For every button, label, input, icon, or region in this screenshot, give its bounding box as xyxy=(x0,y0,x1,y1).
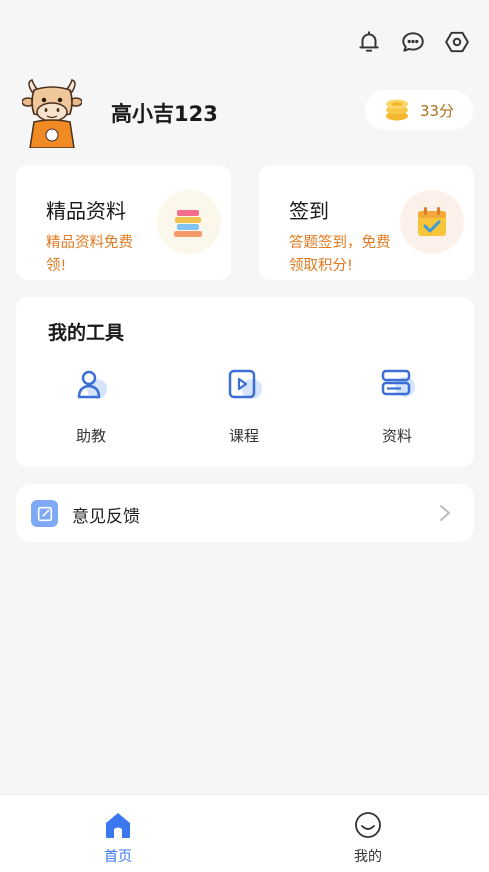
tool-assistant[interactable]: 助教 xyxy=(46,365,136,446)
card-desc: 答题签到，免费领取积分! xyxy=(289,235,391,274)
checkin-card[interactable]: 签到 答题签到，免费领取积分! xyxy=(259,165,474,280)
smile-face-icon xyxy=(353,810,383,840)
my-tools-panel: 我的工具 助教 课程 资料 xyxy=(16,297,474,467)
tool-label: 助教 xyxy=(75,427,106,445)
assistant-icon xyxy=(71,365,111,405)
tab-label: 我的 xyxy=(354,849,382,865)
settings-icon[interactable] xyxy=(443,28,471,56)
feedback-label: 意见反馈 xyxy=(72,507,140,527)
tool-label: 课程 xyxy=(228,427,259,445)
points-value: 33分 xyxy=(419,101,455,120)
points-badge[interactable]: 33分 xyxy=(365,90,473,130)
edit-icon xyxy=(31,500,58,527)
feedback-row[interactable]: 意见反馈 xyxy=(16,484,474,542)
header-actions xyxy=(355,28,471,56)
course-icon xyxy=(224,365,264,405)
tab-mine[interactable]: 我的 xyxy=(323,810,413,866)
avatar[interactable] xyxy=(21,78,83,149)
card-title: 签到 xyxy=(289,199,329,223)
profile-section: 高小吉123 33分 xyxy=(21,78,473,150)
chat-icon[interactable] xyxy=(399,28,427,56)
tools-heading: 我的工具 xyxy=(48,322,125,344)
bell-icon[interactable] xyxy=(355,28,383,56)
chevron-right-icon xyxy=(440,505,450,521)
coin-stack-icon xyxy=(385,99,408,121)
calendar-check-icon xyxy=(400,190,464,254)
bottom-tab-bar: 首页 我的 xyxy=(0,794,489,872)
tool-materials[interactable]: 资料 xyxy=(352,365,442,446)
tab-home[interactable]: 首页 xyxy=(73,810,163,866)
tool-course[interactable]: 课程 xyxy=(199,365,289,446)
username: 高小吉123 xyxy=(111,102,218,126)
tab-label: 首页 xyxy=(104,849,132,865)
books-icon xyxy=(157,190,221,254)
card-title: 精品资料 xyxy=(46,199,126,223)
home-icon xyxy=(103,810,133,840)
materials-icon xyxy=(377,365,417,405)
card-desc: 精品资料免费领! xyxy=(46,235,133,274)
premium-materials-card[interactable]: 精品资料 精品资料免费领! xyxy=(16,165,231,280)
tool-label: 资料 xyxy=(381,427,412,445)
